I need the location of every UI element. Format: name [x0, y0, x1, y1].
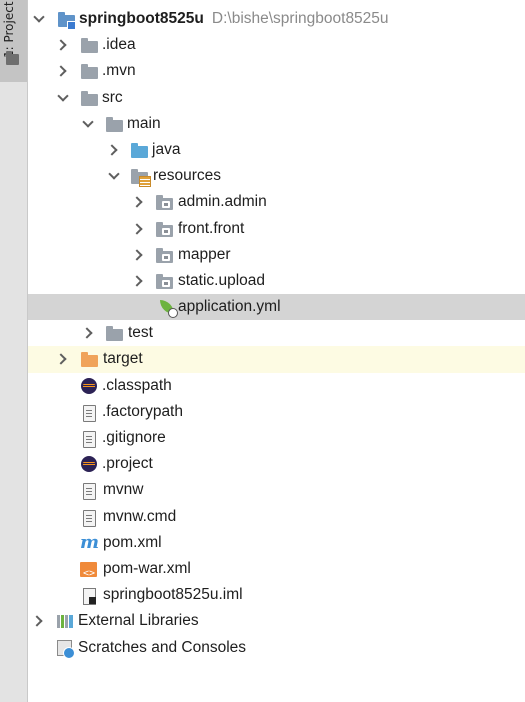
folder-icon: [106, 320, 124, 346]
text-file-icon: [80, 399, 98, 425]
tree-node-label: .factorypath: [102, 402, 183, 420]
tree-node-static-upload[interactable]: static.upload: [28, 268, 525, 294]
chevron-right-icon[interactable]: [132, 216, 146, 242]
package-folder-icon: [156, 216, 174, 242]
xml-file-icon: [80, 556, 98, 587]
package-folder-icon: [156, 242, 174, 268]
tree-node-admin-admin[interactable]: admin.admin: [28, 189, 525, 215]
side-tool-strip: [0, 0, 28, 702]
resources-folder-icon: [131, 163, 151, 189]
folder-icon: [81, 58, 99, 84]
text-file-icon: [80, 425, 98, 451]
tree-node-label: application.yml: [178, 298, 281, 316]
tree-node-application-yml[interactable]: application.yml: [28, 294, 525, 321]
tree-node-label: pom-war.xml: [103, 559, 191, 577]
maven-icon: m: [80, 531, 100, 553]
tree-node-mvn[interactable]: .mvn: [28, 58, 525, 84]
chevron-right-icon[interactable]: [56, 58, 70, 84]
chevron-right-icon[interactable]: [82, 320, 96, 346]
chevron-down-icon[interactable]: [56, 85, 70, 111]
tree-node-label: .project: [102, 455, 153, 473]
tree-node-label: mvnw: [103, 481, 144, 499]
tree-node-test[interactable]: test: [28, 320, 525, 346]
text-file-icon: [80, 504, 98, 530]
folder-icon: [81, 32, 99, 58]
tree-node-mvnw-cmd[interactable]: mvnw.cmd: [28, 504, 525, 530]
tree-node-resources[interactable]: resources: [28, 163, 525, 189]
tree-node-mvnw[interactable]: mvnw: [28, 477, 525, 503]
tree-node-label: resources: [153, 167, 222, 185]
tree-node-label: .gitignore: [102, 429, 166, 446]
tree-node-project-root[interactable]: springboot8525u D:\bishe\springboot8525u: [28, 6, 525, 32]
text-file-icon: [80, 477, 98, 503]
chevron-right-icon[interactable]: [107, 137, 121, 163]
excluded-folder-icon: [81, 346, 99, 372]
scratches-icon: [56, 635, 75, 661]
chevron-down-icon[interactable]: [107, 163, 121, 189]
folder-icon: [6, 51, 19, 65]
tree-node-pom-xml[interactable]: m pom.xml: [28, 530, 525, 556]
tree-node-classpath[interactable]: .classpath: [28, 373, 525, 399]
tree-node-label: .idea: [102, 36, 136, 54]
tree-node-main[interactable]: main: [28, 111, 525, 137]
eclipse-icon: [80, 373, 98, 399]
tree-node-gitignore[interactable]: .gitignore: [28, 425, 525, 451]
tree-node-label: front.front: [178, 219, 245, 237]
chevron-right-icon[interactable]: [132, 189, 146, 215]
tree-node-label: .mvn: [102, 62, 136, 80]
tree-node-project[interactable]: .project: [28, 451, 525, 477]
chevron-down-icon[interactable]: [81, 111, 95, 137]
chevron-right-icon[interactable]: [32, 608, 46, 634]
project-path: D:\bishe\springboot8525u: [211, 10, 389, 27]
tree-node-iml[interactable]: springboot8525u.iml: [28, 582, 525, 608]
chevron-down-icon[interactable]: [32, 6, 46, 32]
tree-node-label: Scratches and Consoles: [78, 638, 247, 656]
tree-node-src[interactable]: src: [28, 85, 525, 111]
tree-node-label: springboot8525u: [79, 10, 204, 27]
package-folder-icon: [156, 268, 174, 294]
tree-node-pom-war-xml[interactable]: pom-war.xml: [28, 556, 525, 587]
tree-node-external-libraries[interactable]: External Libraries: [28, 608, 525, 634]
tree-node-label: java: [152, 140, 181, 158]
tree-node-label: pom.xml: [103, 533, 162, 551]
tree-node-java[interactable]: java: [28, 137, 525, 163]
chevron-right-icon[interactable]: [56, 32, 70, 58]
project-tool-tab[interactable]: 1: Project: [0, 0, 27, 82]
tree-node-label: mapper: [178, 245, 231, 263]
chevron-right-icon[interactable]: [132, 242, 146, 268]
tree-node-label: main: [127, 114, 161, 132]
project-tree: springboot8525u D:\bishe\springboot8525u …: [28, 6, 525, 661]
tree-node-label: .classpath: [102, 376, 172, 394]
project-folder-icon: [58, 6, 76, 32]
tree-node-mapper[interactable]: mapper: [28, 242, 525, 268]
tree-node-label: mvnw.cmd: [103, 507, 177, 525]
tree-node-label: springboot8525u.iml: [103, 586, 243, 604]
tree-node-label: src: [102, 88, 123, 106]
library-icon: [56, 608, 74, 634]
folder-icon: [81, 85, 99, 111]
source-folder-icon: [131, 137, 149, 163]
chevron-right-icon[interactable]: [132, 268, 146, 294]
tree-node-label: static.upload: [178, 271, 266, 289]
chevron-right-icon[interactable]: [56, 346, 70, 372]
tree-node-target[interactable]: target: [28, 346, 525, 373]
project-tool-tab-label: 1: Project: [2, 1, 16, 58]
folder-icon: [106, 111, 124, 137]
module-file-icon: [80, 582, 98, 608]
spring-config-icon: [159, 294, 178, 320]
tree-node-idea[interactable]: .idea: [28, 32, 525, 58]
tree-node-label: target: [103, 350, 143, 368]
package-folder-icon: [156, 189, 174, 215]
tree-node-scratches[interactable]: Scratches and Consoles: [28, 635, 525, 661]
tree-node-factorypath[interactable]: .factorypath: [28, 399, 525, 425]
tree-node-front-front[interactable]: front.front: [28, 216, 525, 242]
tree-node-label: admin.admin: [178, 193, 267, 211]
tree-node-label: test: [128, 324, 153, 342]
eclipse-icon: [80, 451, 98, 477]
tree-node-label: External Libraries: [78, 612, 199, 630]
